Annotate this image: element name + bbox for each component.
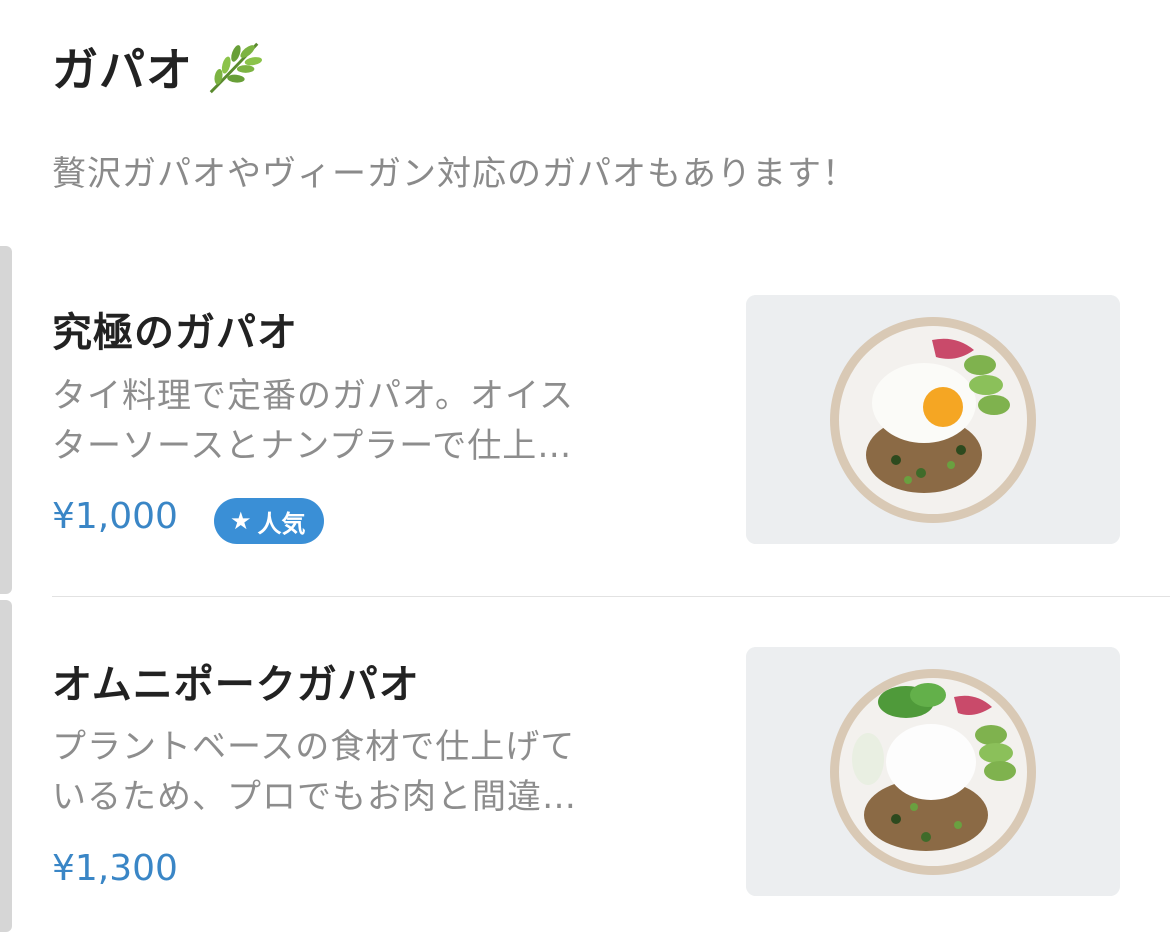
item-photo[interactable] [746, 295, 1120, 544]
star-icon: ★ [230, 507, 252, 535]
item-price: ¥1,000 [52, 496, 178, 537]
scroll-indicator [0, 600, 12, 932]
item-divider [52, 596, 1170, 597]
section-title: ガパオ [52, 43, 193, 97]
herb-icon [209, 42, 262, 94]
badge-label: 人気 [257, 509, 306, 538]
section-subtitle: 贅沢ガパオやヴィーガン対応のガパオもあります！ [52, 154, 857, 194]
item-name: オムニポークガパオ [52, 662, 420, 708]
item-description: タイ料理で定番のガパオ。オイス ターソースとナンプラーで仕上… [52, 376, 574, 466]
item-description: プラントベースの食材で仕上げて いるため、プロでもお肉と間違… [52, 727, 577, 817]
item-price: ¥1,300 [52, 848, 178, 889]
item-photo[interactable] [746, 647, 1120, 896]
popular-badge: ★ 人気 [214, 498, 324, 544]
section-header: ガパオ [52, 34, 265, 100]
item-name: 究極のガパオ [52, 310, 298, 356]
scroll-indicator [0, 246, 12, 594]
